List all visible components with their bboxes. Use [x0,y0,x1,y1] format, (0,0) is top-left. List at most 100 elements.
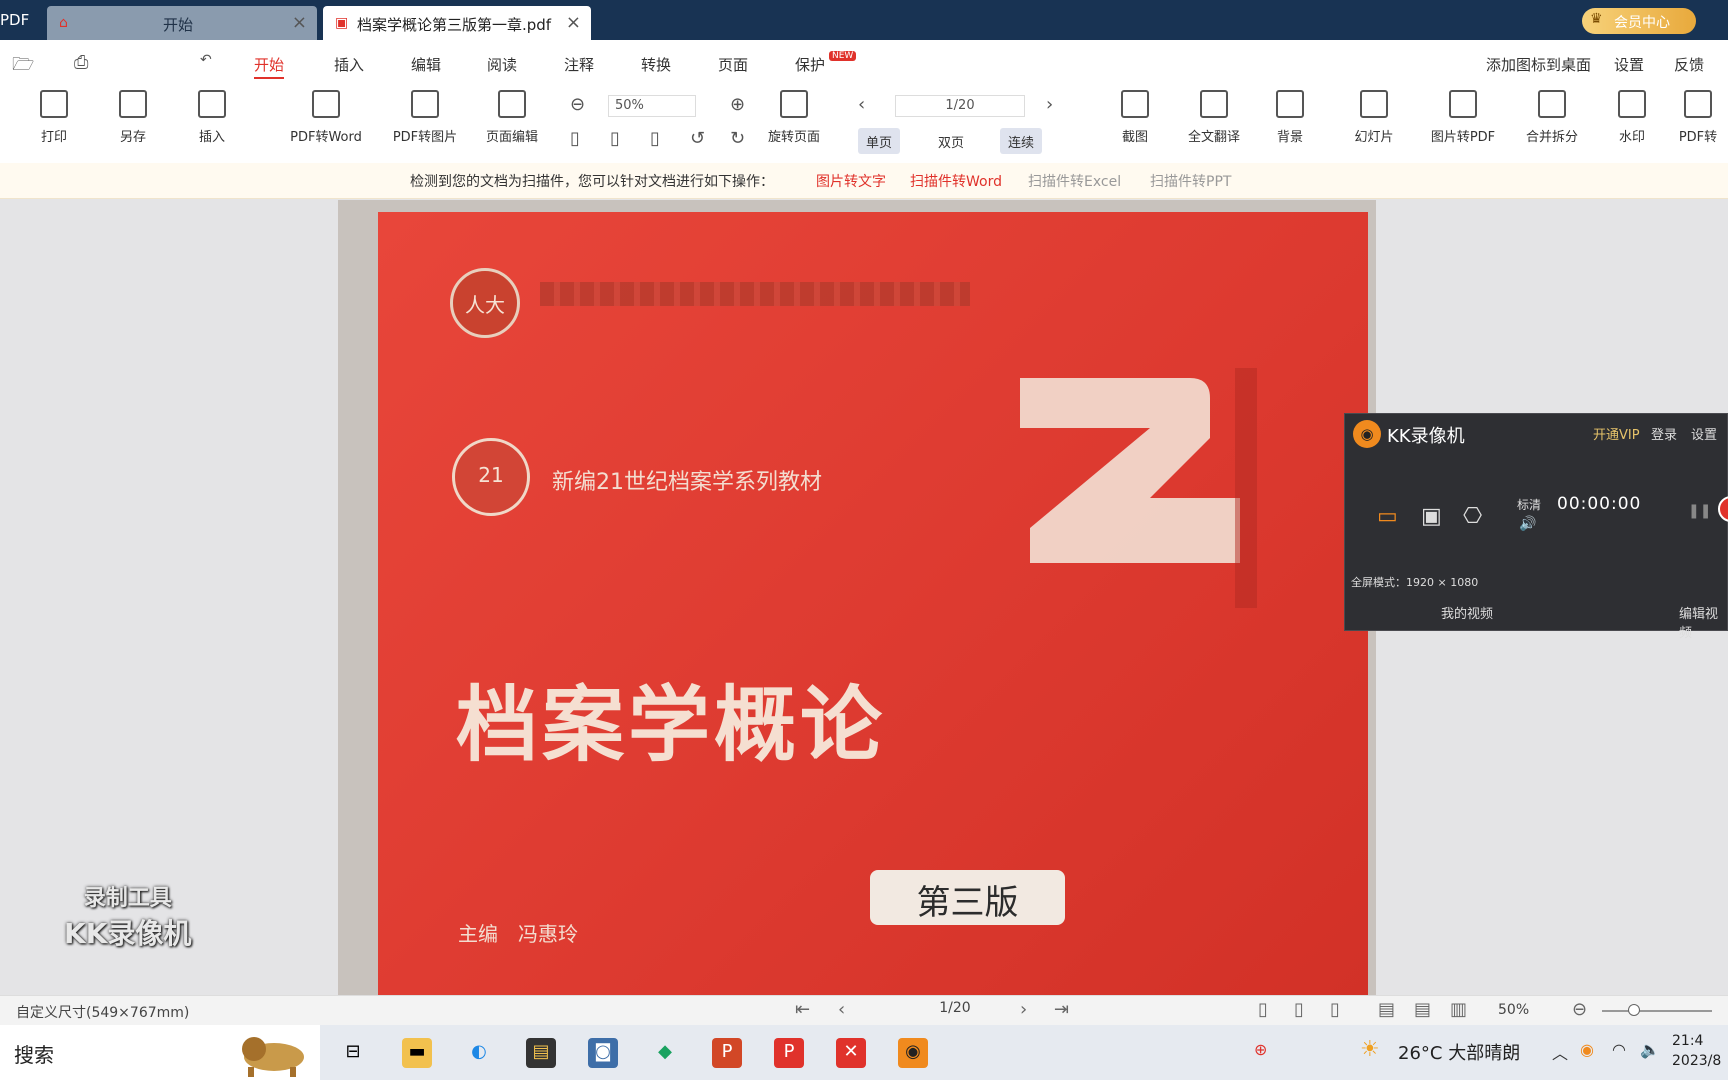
powerpoint-icon[interactable]: P [712,1038,742,1068]
task-view-icon[interactable]: ⊟ [338,1038,368,1068]
single-view-icon[interactable]: ▯ [1258,999,1268,1020]
tool-merge-split[interactable]: 合并拆分 [1512,90,1592,150]
previous-page-icon[interactable]: ‹ [858,94,865,115]
quality-select[interactable]: 标清 [1517,496,1541,513]
tool-page-edit[interactable]: 页面编辑 [472,90,552,150]
recorder-login-link[interactable]: 登录 [1651,424,1677,443]
kk-recorder-icon[interactable]: ◉ [898,1038,928,1068]
taskbar-search[interactable]: 搜索 [0,1025,320,1080]
zoom-in-icon[interactable]: ⊕ [730,94,745,115]
feedback-link[interactable]: 反馈 [1674,54,1704,75]
next-page-icon[interactable]: › [1020,999,1027,1020]
first-page-icon[interactable]: ⇤ [795,999,810,1020]
close-tab-icon[interactable]: × [566,12,581,33]
fit-page-icon[interactable]: ▯ [570,128,580,149]
fit-width-icon[interactable]: ▯ [610,128,620,149]
rotate-left-icon[interactable]: ↺ [690,128,705,149]
weather-widget[interactable]: ☀ 26°C 大部晴朗 [1360,1037,1540,1065]
zoom-slider[interactable] [1602,1010,1712,1012]
zoom-level[interactable]: 50% [1498,1002,1529,1018]
tray-app-icon[interactable]: ⊕ [1254,1040,1267,1059]
settings-link[interactable]: 设置 [1614,54,1644,75]
book-view-icon[interactable]: ▯ [1330,999,1340,1020]
edge-browser-icon[interactable]: ◐ [464,1038,494,1068]
notice-action-to-word[interactable]: 扫描件转Word [910,171,1002,191]
record-button[interactable] [1718,496,1728,522]
speaker-icon[interactable]: 🔈 [1640,1040,1660,1059]
tool-screenshot[interactable]: 截图 [1095,90,1175,150]
close-tab-icon[interactable]: × [292,12,307,33]
menu-page[interactable]: 页面 [718,54,748,75]
my-videos-link[interactable]: 我的视频 [1441,603,1493,622]
recorder-settings-link[interactable]: 设置 [1691,424,1717,443]
tool-insert[interactable]: 插入 [172,90,252,150]
tool-pdf-convert[interactable]: PDF转 [1668,90,1728,150]
add-to-desktop-link[interactable]: 添加图标到桌面 [1486,54,1591,75]
tool-print[interactable]: 打印 [14,90,94,150]
recorder-vip-link[interactable]: 开通VIP [1593,424,1640,443]
menu-protect[interactable]: 保护 [795,54,825,75]
menu-convert[interactable]: 转换 [641,54,671,75]
notice-action-ocr[interactable]: 图片转文字 [816,171,886,191]
pause-icon[interactable]: ❚❚ [1688,503,1711,519]
pdf-reader-icon[interactable]: P [774,1038,804,1068]
xmind-icon[interactable]: ✕ [836,1038,866,1068]
tab-home[interactable]: ⌂ 开始 × [47,6,317,40]
recorder-window[interactable]: ◉ KK录像机 开通VIP 登录 设置 ▭ ▣ ⎔ 标清 🔊 00:00:00 … [1344,413,1728,641]
zoom-out-icon[interactable]: ⊖ [1572,999,1587,1020]
double-view-icon[interactable]: ▯ [1294,999,1304,1020]
view-continuous[interactable]: 连续 [1000,128,1043,154]
tool-pdf-to-word[interactable]: PDF转Word [276,90,376,150]
tool-watermark[interactable]: 水印 [1592,90,1672,150]
tool-pdf-to-image[interactable]: PDF转图片 [380,90,470,150]
zoom-slider-handle[interactable] [1628,1004,1640,1016]
kk-tray-icon[interactable]: ◉ [1580,1040,1594,1059]
volume-icon[interactable]: 🔊 [1519,516,1536,532]
fullscreen-mode-icon[interactable]: ▭ [1377,504,1398,529]
tool-slideshow[interactable]: 幻灯片 [1334,90,1414,150]
page-input[interactable]: 1/20 [895,95,1025,117]
print-icon[interactable]: ⎙ [74,52,88,73]
tool-label: 旋转页面 [767,130,820,145]
open-folder-icon[interactable]: 🗁 [12,52,34,82]
menu-start[interactable]: 开始 [254,54,285,79]
wifi-icon[interactable]: ◠ [1612,1040,1626,1059]
full-view-icon[interactable]: ▥ [1450,999,1467,1020]
menu-edit[interactable]: 编辑 [411,54,441,75]
actual-size-icon[interactable]: ▯ [650,128,660,149]
camera-app-icon[interactable]: ◙ [588,1038,618,1068]
continuous-view-icon[interactable]: ▤ [1378,999,1395,1020]
prev-page-icon[interactable]: ‹ [838,999,845,1020]
view-single-page[interactable]: 单页 [858,128,901,154]
last-page-icon[interactable]: ⇥ [1054,999,1069,1020]
undo-icon[interactable]: ↶ [200,52,212,68]
region-mode-icon[interactable]: ▣ [1421,504,1442,529]
fit-view-icon[interactable]: ▤ [1414,999,1431,1020]
menu-annotate[interactable]: 注释 [564,54,594,75]
zoom-input[interactable]: 50% [608,95,696,117]
file-explorer-icon[interactable]: ▬ [402,1038,432,1068]
system-clock[interactable]: 21:4 2023/8 [1672,1031,1721,1071]
menu-read[interactable]: 阅读 [487,54,517,75]
green-app-icon[interactable]: ◆ [650,1038,680,1068]
edit-videos-link[interactable]: 编辑视频 [1679,603,1727,641]
vip-center-button[interactable]: ♛ 会员中心 [1582,8,1696,34]
notice-action-to-excel[interactable]: 扫描件转Excel [1028,171,1121,191]
notice-action-to-ppt[interactable]: 扫描件转PPT [1150,171,1231,191]
tab-document[interactable]: ▣ 档案学概论第三版第一章.pdf × [323,6,591,40]
page-indicator[interactable]: 1/20 [880,998,1030,1020]
menu-insert[interactable]: 插入 [334,54,364,75]
app-icon[interactable]: ▤ [526,1038,556,1068]
screenshot-icon [1121,90,1149,118]
tool-translate[interactable]: 全文翻译 [1174,90,1254,150]
zoom-out-icon[interactable]: ⊖ [570,94,585,115]
view-double-page[interactable]: 双页 [930,128,972,154]
next-page-icon[interactable]: › [1046,94,1053,115]
show-hidden-icons-icon[interactable]: ︿ [1552,1040,1568,1064]
tool-save-as[interactable]: 另存 [93,90,173,150]
tool-image-to-pdf[interactable]: 图片转PDF [1418,90,1508,150]
game-mode-icon[interactable]: ⎔ [1463,504,1482,529]
tool-rotate-page[interactable]: 旋转页面 [754,90,834,150]
rotate-right-icon[interactable]: ↻ [730,128,745,149]
tool-background[interactable]: 背景 [1250,90,1330,150]
